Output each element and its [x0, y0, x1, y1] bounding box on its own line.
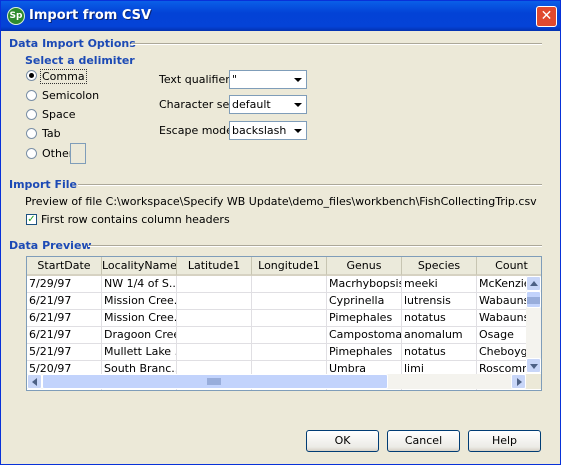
table-cell[interactable] [252, 327, 327, 344]
table-cell[interactable]: Macrhybopsis [327, 276, 402, 293]
file-preview-path: Preview of file C:\workspace\Specify WB … [25, 195, 537, 208]
table-cell[interactable]: Campostoma [327, 327, 402, 344]
table-cell[interactable]: Dragoon Creek [102, 327, 177, 344]
scroll-left-icon[interactable] [27, 374, 42, 389]
column-header[interactable]: Latitude1 [177, 257, 252, 276]
table-cell[interactable]: 7/29/97 [27, 276, 102, 293]
radio-label-semicolon: Semicolon [42, 89, 100, 102]
title-bar[interactable]: Sp Import from CSV ✕ [1, 1, 560, 31]
chevron-down-icon[interactable] [290, 97, 305, 112]
table-cell[interactable]: Pimephales [327, 344, 402, 361]
other-delimiter-input[interactable] [70, 143, 86, 164]
text-qualifier-value: " [232, 73, 238, 86]
table-cell[interactable]: Cyprinella [327, 293, 402, 310]
data-import-options-title: Data Import Options [9, 37, 136, 50]
table-cell[interactable] [252, 310, 327, 327]
table-cell[interactable] [177, 310, 252, 327]
cancel-button[interactable]: Cancel [387, 430, 460, 452]
vertical-scrollbar[interactable] [526, 276, 541, 373]
text-qualifier-select[interactable]: " [229, 70, 307, 89]
scroll-up-icon[interactable] [526, 276, 541, 291]
table-cell[interactable]: anomalum [402, 327, 477, 344]
table-cell[interactable]: 5/21/97 [27, 344, 102, 361]
grip-icon [207, 378, 221, 385]
escape-mode-label: Escape mode [159, 124, 233, 137]
table-cell[interactable] [252, 276, 327, 293]
table-cell[interactable]: Mission Cree... [102, 293, 177, 310]
data-preview-table[interactable]: StartDate LocalityName Latitude1 Longitude1… [26, 256, 542, 391]
radio-button[interactable] [26, 109, 37, 120]
table-cell[interactable]: 6/21/97 [27, 293, 102, 310]
section-divider [78, 184, 542, 186]
grip-icon [527, 297, 540, 304]
radio-label-space: Space [42, 108, 76, 121]
table-cell[interactable]: meeki [402, 276, 477, 293]
radio-button[interactable] [26, 70, 37, 81]
table-cell[interactable]: notatus [402, 310, 477, 327]
header-row-checkbox-label: First row contains column headers [41, 213, 230, 226]
table-cell[interactable]: 6/21/97 [27, 310, 102, 327]
window-title: Import from CSV [29, 8, 152, 23]
column-header[interactable]: Species [402, 257, 477, 276]
close-icon: ✕ [540, 8, 553, 24]
table-cell[interactable]: lutrensis [402, 293, 477, 310]
import-file-title: Import File [9, 178, 78, 191]
character-set-select[interactable]: default [229, 95, 307, 114]
table-cell[interactable]: 6/21/97 [27, 327, 102, 344]
scroll-right-icon[interactable] [511, 374, 526, 389]
radio-label-tab: Tab [42, 127, 61, 140]
chevron-down-icon[interactable] [290, 72, 305, 87]
horizontal-scroll-thumb[interactable] [42, 374, 388, 389]
table-cell[interactable]: Mullett Lake ... [102, 344, 177, 361]
table-cell[interactable]: Mission Cree... [102, 310, 177, 327]
help-button[interactable]: Help [468, 430, 541, 452]
section-divider [131, 43, 542, 45]
select-delimiter-title: Select a delimiter [25, 54, 135, 67]
import-csv-dialog: Sp Import from CSV ✕ Data Import Options… [0, 0, 561, 465]
table-cell[interactable] [177, 293, 252, 310]
radio-label-other: Other [42, 147, 74, 160]
column-header[interactable]: Genus [327, 257, 402, 276]
character-set-value: default [232, 98, 271, 111]
chevron-down-icon[interactable] [290, 123, 305, 138]
escape-mode-select[interactable]: backslash [229, 121, 307, 140]
header-row-checkbox[interactable]: ✓ [26, 214, 37, 225]
data-preview-title: Data Preview [9, 239, 92, 252]
horizontal-scrollbar[interactable] [27, 374, 526, 389]
table-cell[interactable]: Pimephales [327, 310, 402, 327]
specify-app-icon: Sp [7, 7, 25, 25]
radio-button[interactable] [26, 128, 37, 139]
column-header[interactable]: LocalityName [102, 257, 177, 276]
table-cell[interactable]: NW 1/4 of S... [102, 276, 177, 293]
radio-button[interactable] [26, 148, 37, 159]
column-header[interactable]: StartDate [27, 257, 102, 276]
character-set-label: Character set [159, 98, 234, 111]
radio-label-comma: Comma [40, 69, 87, 84]
table-cell[interactable]: notatus [402, 344, 477, 361]
scroll-down-icon[interactable] [526, 358, 541, 373]
section-divider [88, 245, 542, 247]
vertical-scroll-thumb[interactable] [526, 291, 541, 308]
escape-mode-value: backslash [232, 124, 287, 137]
checkmark-icon: ✓ [27, 214, 36, 225]
radio-button[interactable] [26, 90, 37, 101]
column-header[interactable]: Count [477, 257, 541, 276]
table-cell[interactable] [177, 344, 252, 361]
table-cell[interactable] [177, 276, 252, 293]
column-header[interactable]: Longitude1 [252, 257, 327, 276]
scroll-corner [526, 374, 541, 389]
table-cell[interactable] [252, 293, 327, 310]
close-button[interactable]: ✕ [536, 6, 557, 27]
text-qualifier-label: Text qualifier [159, 73, 230, 86]
table-cell[interactable] [252, 344, 327, 361]
ok-button[interactable]: OK [306, 430, 379, 452]
table-cell[interactable] [177, 327, 252, 344]
